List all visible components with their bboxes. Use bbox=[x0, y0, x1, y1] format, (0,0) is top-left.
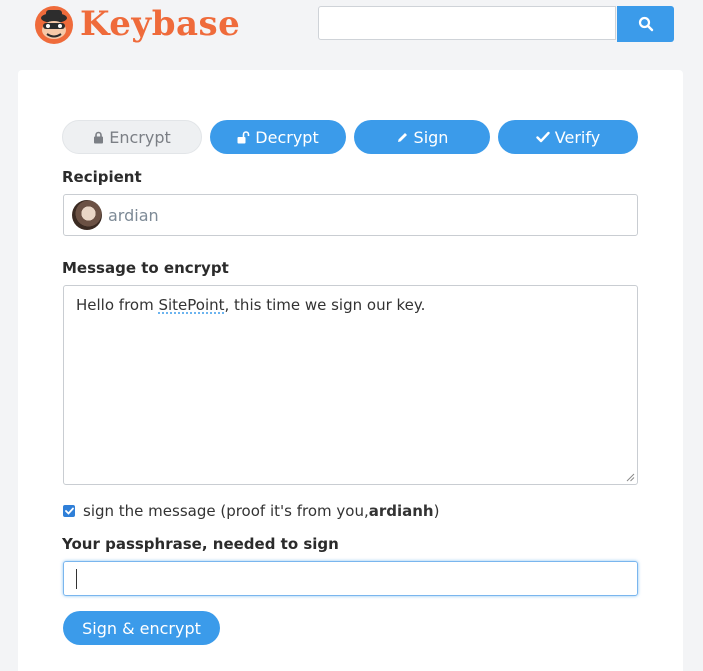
keybase-logo[interactable]: Keybase bbox=[32, 2, 240, 48]
search-input[interactable] bbox=[318, 6, 616, 40]
message-label: Message to encrypt bbox=[62, 259, 229, 277]
logo-text: Keybase bbox=[80, 4, 241, 44]
lock-icon bbox=[94, 131, 104, 143]
unlock-icon bbox=[237, 130, 250, 143]
message-text-misspelled: SitePoint bbox=[158, 296, 225, 314]
sign-text: sign the message (proof it's from you, bbox=[83, 502, 369, 520]
passphrase-label: Your passphrase, needed to sign bbox=[62, 535, 339, 553]
message-text-end: , this time we sign our key. bbox=[224, 296, 426, 314]
sign-checkbox[interactable] bbox=[63, 505, 75, 517]
sign-option: sign the message (proof it's from you, a… bbox=[63, 502, 439, 520]
text-caret bbox=[76, 569, 77, 589]
search-button[interactable] bbox=[617, 6, 674, 42]
avatar bbox=[72, 200, 102, 230]
recipient-field[interactable]: ardian bbox=[63, 194, 638, 236]
tab-sign-label: Sign bbox=[413, 127, 449, 147]
sign-username: ardianh bbox=[368, 502, 434, 520]
message-text-start: Hello from bbox=[76, 296, 159, 314]
tab-sign[interactable]: Sign bbox=[354, 120, 490, 154]
recipient-label: Recipient bbox=[62, 168, 142, 186]
tab-decrypt-label: Decrypt bbox=[255, 127, 319, 147]
tab-decrypt[interactable]: Decrypt bbox=[210, 120, 346, 154]
checkmark-icon bbox=[64, 507, 74, 515]
keybase-mascot-icon bbox=[35, 6, 73, 44]
pencil-icon bbox=[397, 132, 407, 142]
sign-text-close: ) bbox=[433, 502, 440, 520]
sign-encrypt-button[interactable]: Sign & encrypt bbox=[63, 611, 220, 645]
tab-encrypt-label: Encrypt bbox=[109, 127, 171, 147]
tab-verify-label: Verify bbox=[554, 127, 601, 147]
search-icon bbox=[638, 16, 653, 32]
passphrase-input[interactable] bbox=[63, 561, 638, 596]
recipient-name: ardian bbox=[108, 205, 159, 225]
check-icon bbox=[536, 131, 550, 143]
message-textarea[interactable]: Hello from SitePoint, this time we sign … bbox=[63, 285, 638, 485]
tab-verify[interactable]: Verify bbox=[498, 120, 638, 154]
resize-handle-icon[interactable] bbox=[625, 472, 635, 482]
tab-encrypt[interactable]: Encrypt bbox=[62, 120, 202, 154]
